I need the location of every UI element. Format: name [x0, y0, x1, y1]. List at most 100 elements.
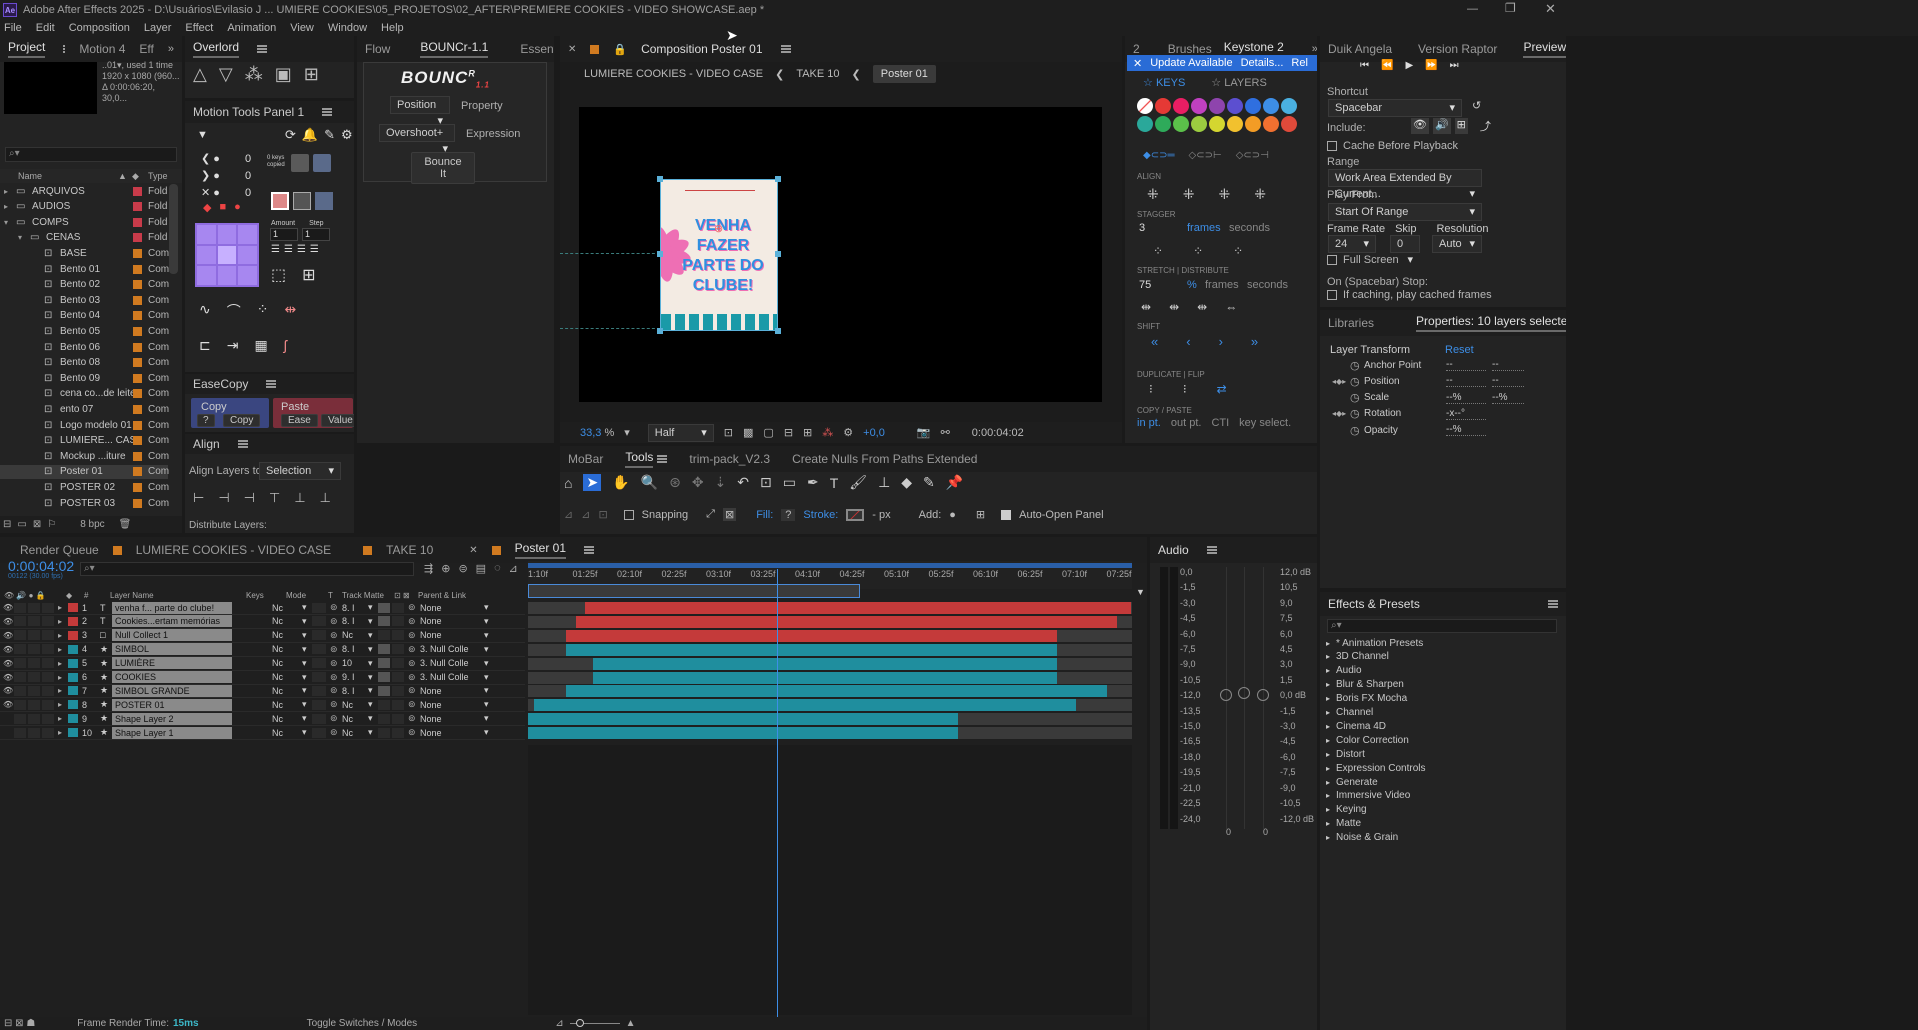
- dropdown-chevron-icon[interactable]: ▾: [368, 616, 378, 627]
- preview-resolution-dropdown[interactable]: Auto: [1432, 235, 1482, 253]
- stopwatch-icon[interactable]: ◷: [1350, 424, 1364, 437]
- transform-handle[interactable]: [657, 251, 663, 257]
- bouncr-type-dropdown[interactable]: Overshoot+: [379, 124, 455, 142]
- visibility-toggle-icon[interactable]: 👁: [0, 686, 14, 695]
- lock-toggle-icon[interactable]: [42, 602, 54, 613]
- roto-brush-tool-icon[interactable]: ✎: [923, 474, 935, 491]
- solo-toggle-icon[interactable]: [28, 685, 40, 696]
- audio-toggle-icon[interactable]: [14, 685, 26, 696]
- skip-dropdown[interactable]: 0: [1390, 235, 1420, 253]
- color-swatch[interactable]: [1173, 98, 1189, 114]
- layer-mode-dropdown[interactable]: Nc: [272, 700, 302, 710]
- color-swatch[interactable]: [1209, 116, 1225, 132]
- dolly-tool-icon[interactable]: ⇣: [715, 474, 727, 491]
- disclosure-triangle-icon[interactable]: ▸: [1326, 778, 1336, 787]
- stroke-width[interactable]: - px: [872, 509, 890, 521]
- switch-toggle[interactable]: [392, 727, 404, 738]
- include-video-icon[interactable]: 👁: [1411, 118, 1429, 134]
- disclosure-triangle-icon[interactable]: ▸: [1326, 805, 1336, 814]
- solo-toggle-icon[interactable]: [28, 713, 40, 724]
- scatter-icon[interactable]: ⁘: [257, 301, 269, 321]
- color-swatch[interactable]: [1245, 98, 1261, 114]
- label-color-swatch[interactable]: [133, 326, 142, 336]
- track-matte-dropdown[interactable]: 9. I: [342, 672, 368, 682]
- expand-layer-icon[interactable]: ▸: [58, 700, 68, 709]
- layer-row[interactable]: 👁 ▸ 6 ★ COOKIES Nc ▾ ⊚ 9. I ▾ ⊚ 3. Null Colle ▾: [0, 671, 525, 685]
- panel-menu-icon[interactable]: [657, 455, 668, 463]
- panel-menu-icon[interactable]: [1206, 546, 1217, 554]
- pencil-icon[interactable]: ✎: [324, 127, 335, 143]
- track-matte-link-icon[interactable]: ⊚: [330, 658, 342, 669]
- anchor-grid-button[interactable]: [293, 192, 311, 210]
- color-swatch[interactable]: [1245, 116, 1261, 132]
- align-top-icon[interactable]: ⊤: [269, 490, 280, 506]
- layer-row[interactable]: ▸ 9 ★ Shape Layer 2 Nc ▾ ⊚ Nc ▾ ⊚ None ▾: [0, 712, 525, 727]
- property-value[interactable]: --: [1492, 359, 1524, 371]
- fast-previews-icon[interactable]: ⊡: [724, 426, 733, 439]
- graph-editor-icon[interactable]: ⊿: [509, 562, 518, 575]
- hook-icon[interactable]: ʃ: [284, 337, 287, 354]
- tab-trim-pack[interactable]: trim-pack_V2.3: [689, 452, 770, 466]
- add-property-icon[interactable]: ●: [949, 509, 956, 521]
- disclosure-triangle-icon[interactable]: ▸: [1326, 750, 1336, 759]
- layer-row[interactable]: 👁 ▸ 2 T Cookies...ertam memórias Nc ▾ ⊚ 8. I ▾ ⊚ No…: [0, 615, 525, 629]
- align-h-center-icon[interactable]: ⊣: [218, 490, 229, 506]
- sort-icon[interactable]: ▲: [118, 171, 132, 181]
- label-color-swatch[interactable]: [133, 233, 142, 243]
- tab-mobar[interactable]: MoBar: [568, 452, 603, 466]
- lock-toggle-icon[interactable]: [42, 713, 54, 724]
- switch-toggle[interactable]: [378, 644, 390, 655]
- distribute-icon[interactable]: ⊏: [199, 337, 211, 354]
- stopwatch-icon[interactable]: ◷: [1350, 375, 1364, 388]
- last-frame-icon[interactable]: ⏭: [1450, 60, 1459, 71]
- key-select-icon[interactable]: ◇⊂⊃⊣: [1236, 150, 1269, 161]
- toggle-switches-button[interactable]: Toggle Switches / Modes: [307, 1018, 418, 1029]
- track-matte-link-icon[interactable]: ⊚: [330, 713, 342, 724]
- visibility-toggle-icon[interactable]: 👁: [0, 700, 14, 709]
- align-to-dropdown[interactable]: Selection: [259, 462, 341, 480]
- new-comp-icon[interactable]: ⊠: [33, 519, 41, 530]
- preserve-transparency-toggle[interactable]: [312, 727, 326, 738]
- circle-key-icon[interactable]: ●: [234, 201, 241, 214]
- layer-name[interactable]: LUMIÈRE: [112, 657, 232, 670]
- layer-label-color[interactable]: [68, 603, 78, 612]
- project-comp-item[interactable]: ⊡ Poster 01 Com: [0, 464, 169, 479]
- rectangle-tool-icon[interactable]: ▭: [783, 474, 796, 491]
- tab-flow[interactable]: Flow: [365, 42, 390, 56]
- label-color-swatch[interactable]: [133, 482, 142, 492]
- ease-in-value[interactable]: 0: [245, 153, 251, 165]
- stopwatch-icon[interactable]: ◷: [1350, 407, 1364, 420]
- stroke-swatch[interactable]: [846, 508, 865, 521]
- panel-menu-icon[interactable]: [322, 108, 333, 116]
- grid-icon[interactable]: ▦: [254, 337, 267, 354]
- expand-layer-icon[interactable]: ▸: [58, 714, 68, 723]
- dropdown-chevron-icon[interactable]: ▾: [484, 658, 494, 669]
- panel-menu-icon[interactable]: [237, 440, 248, 448]
- key-copy-button[interactable]: [291, 154, 309, 172]
- cache-checkbox[interactable]: [1327, 141, 1337, 151]
- lock-toggle-icon[interactable]: [42, 672, 54, 682]
- audio-fader-master[interactable]: [1257, 689, 1269, 701]
- world-axis-icon[interactable]: ⊿: [581, 508, 590, 521]
- track-matte-dropdown[interactable]: 10: [342, 658, 368, 668]
- tab-bouncr[interactable]: BOUNCr-1.1: [420, 40, 489, 58]
- timeline-timecode[interactable]: 0:00:04:02: [8, 558, 74, 574]
- layer-label-color[interactable]: [68, 616, 78, 626]
- disclosure-triangle-icon[interactable]: ▸: [1326, 652, 1336, 661]
- dropdown-chevron-icon[interactable]: ▾: [368, 727, 378, 738]
- audio-toggle-icon[interactable]: [14, 727, 26, 738]
- project-comp-item[interactable]: ⊡ Bento 09 Com: [0, 371, 169, 385]
- switch-toggle[interactable]: [378, 616, 390, 627]
- track-matte-dropdown[interactable]: 8. I: [342, 644, 368, 654]
- effects-category[interactable]: ▸ Color Correction: [1326, 733, 1409, 747]
- tab-easecopy[interactable]: EaseCopy: [193, 377, 248, 391]
- expand-layer-icon[interactable]: ▸: [58, 603, 68, 612]
- parent-pickwhip-icon[interactable]: ⊚: [408, 616, 420, 627]
- delete-icon[interactable]: 🗑: [119, 519, 132, 530]
- dropdown-chevron-icon[interactable]: ▾: [484, 602, 494, 613]
- solo-toggle-icon[interactable]: [28, 658, 40, 669]
- align-center-icon[interactable]: ☰: [284, 244, 293, 255]
- paste-cti-option[interactable]: CTI: [1211, 417, 1229, 429]
- bounce-it-button[interactable]: Bounce It: [411, 152, 475, 184]
- parent-pickwhip-icon[interactable]: ⊚: [408, 602, 420, 613]
